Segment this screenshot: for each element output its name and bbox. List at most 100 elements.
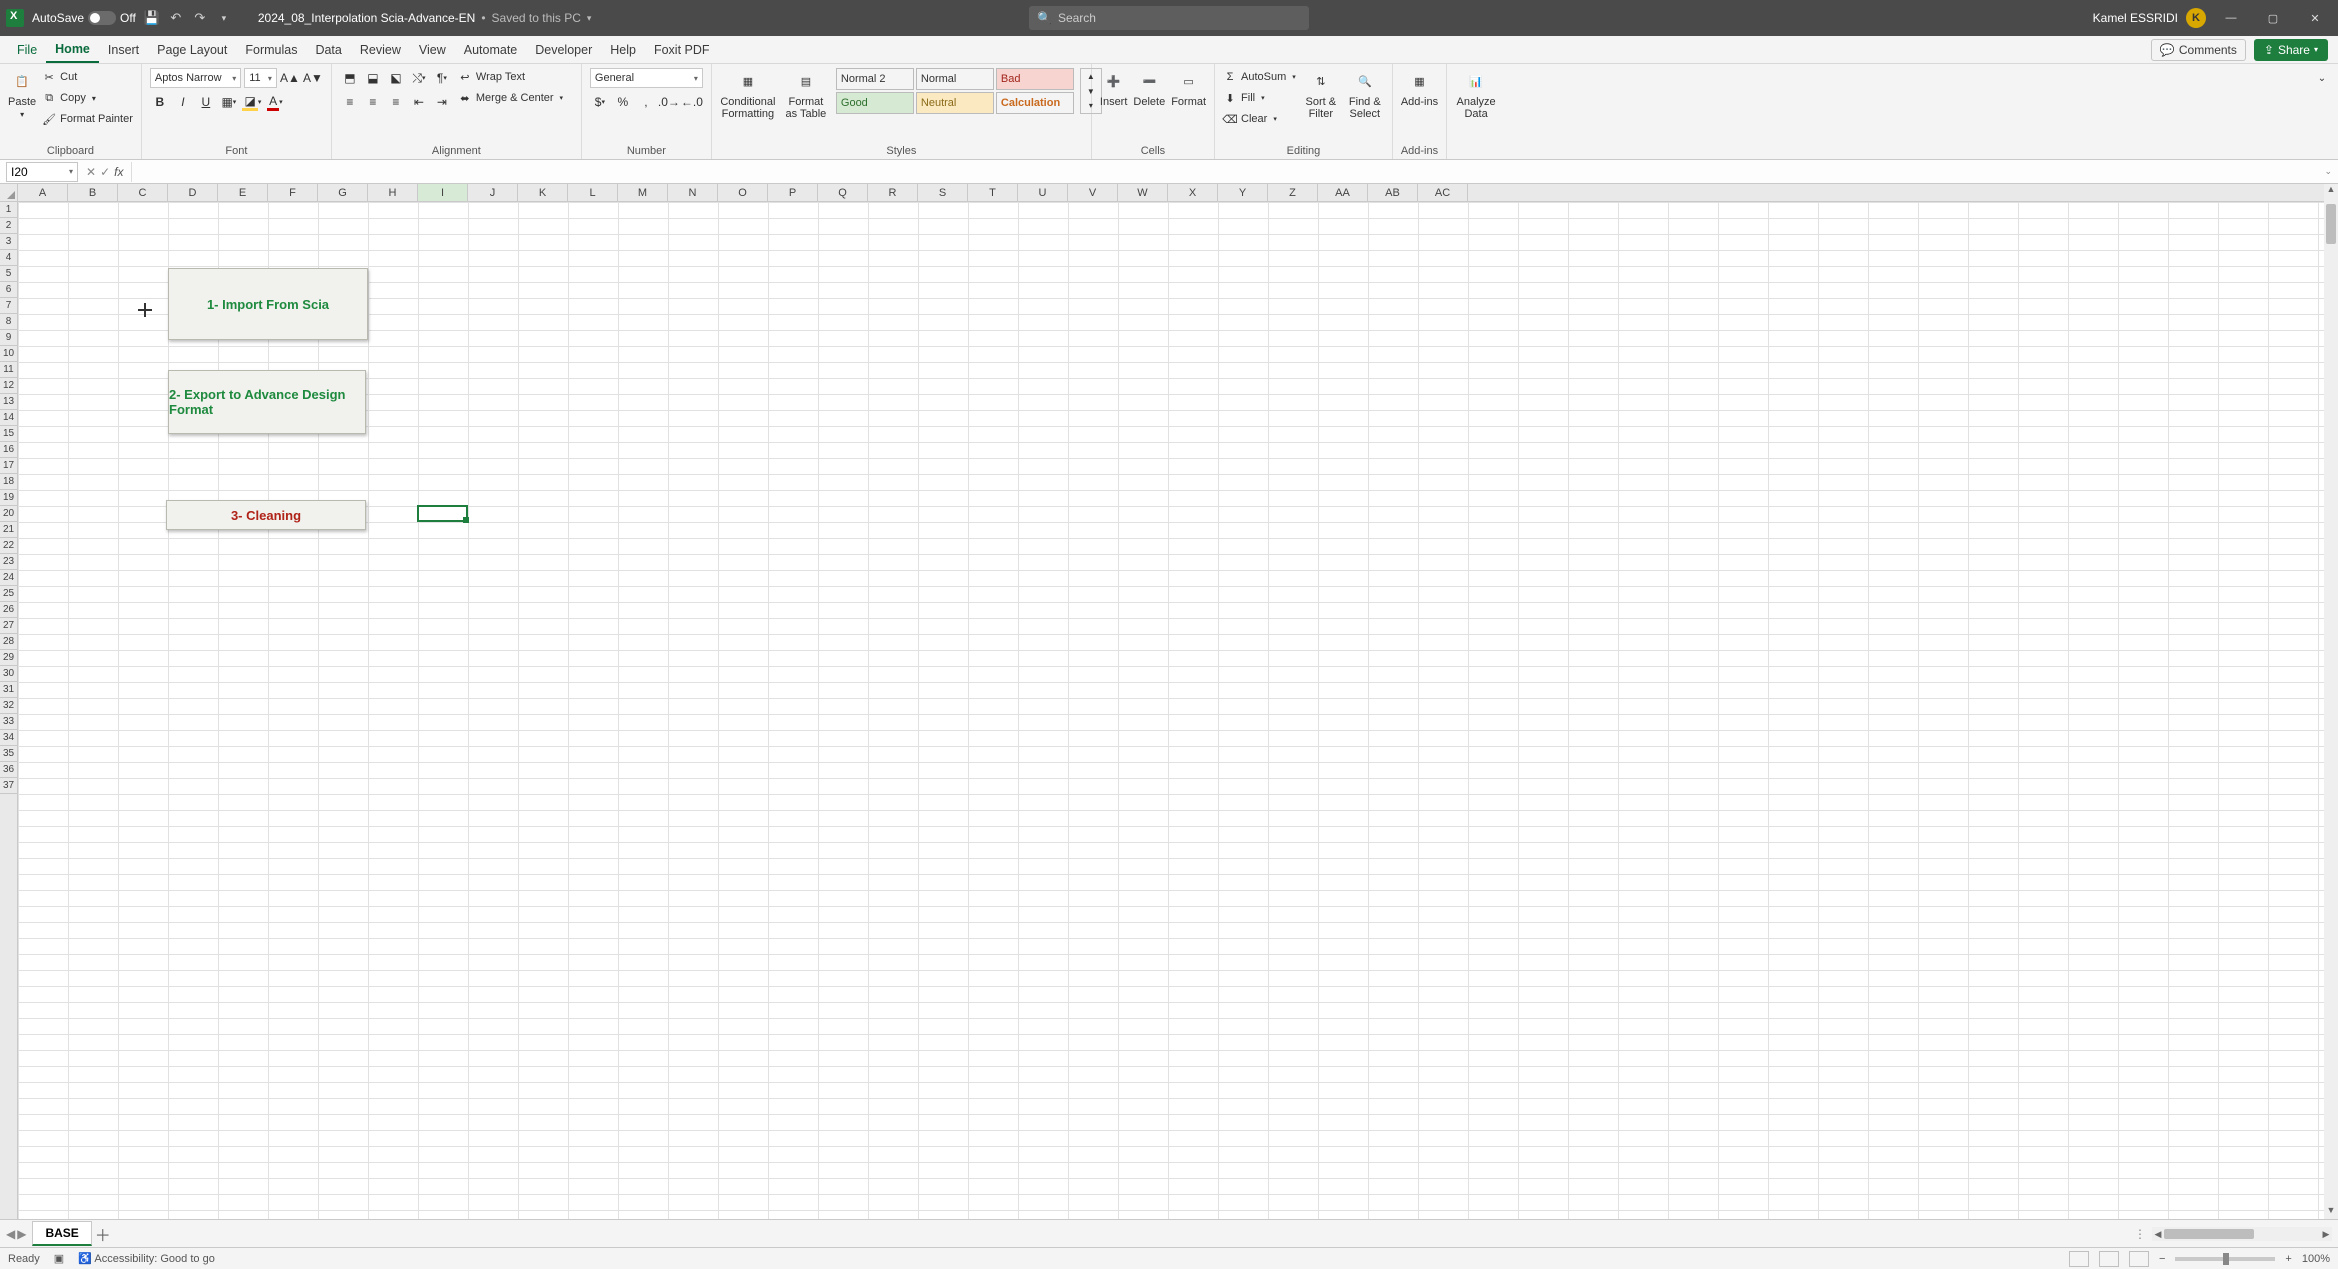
cell-styles-gallery[interactable]: Normal 2 Normal Bad Good Neutral Calcula… <box>836 68 1074 114</box>
decrease-indent-icon[interactable]: ⇤ <box>409 92 429 112</box>
worksheet-grid[interactable]: ABCDEFGHIJKLMNOPQRSTUVWXYZAAABAC 1234567… <box>0 184 2338 1219</box>
increase-decimal-icon[interactable]: .0→ <box>659 92 679 112</box>
autosum-button[interactable]: ΣAutoSum▾ <box>1223 68 1296 86</box>
column-header-B[interactable]: B <box>68 184 118 201</box>
column-header-E[interactable]: E <box>218 184 268 201</box>
style-normal[interactable]: Normal <box>916 68 994 90</box>
row-header-9[interactable]: 9 <box>0 330 17 346</box>
fill-button[interactable]: ⬇Fill▾ <box>1223 89 1296 107</box>
column-header-O[interactable]: O <box>718 184 768 201</box>
collapse-ribbon-icon[interactable]: ⌄ <box>2312 68 2332 88</box>
align-bottom-icon[interactable]: ⬕ <box>386 68 406 88</box>
row-header-10[interactable]: 10 <box>0 346 17 362</box>
row-header-25[interactable]: 25 <box>0 586 17 602</box>
style-bad[interactable]: Bad <box>996 68 1074 90</box>
row-header-23[interactable]: 23 <box>0 554 17 570</box>
row-header-26[interactable]: 26 <box>0 602 17 618</box>
row-header-17[interactable]: 17 <box>0 458 17 474</box>
font-color-button[interactable]: A▾ <box>265 92 285 112</box>
column-header-D[interactable]: D <box>168 184 218 201</box>
align-right-icon[interactable]: ≡ <box>386 92 406 112</box>
column-header-Q[interactable]: Q <box>818 184 868 201</box>
column-header-Y[interactable]: Y <box>1218 184 1268 201</box>
share-button[interactable]: ⇪ Share ▾ <box>2254 39 2328 61</box>
button-import-from-scia[interactable]: 1- Import From Scia <box>168 268 368 340</box>
row-header-15[interactable]: 15 <box>0 426 17 442</box>
delete-cells-button[interactable]: ➖Delete <box>1133 68 1165 108</box>
tab-foxit-pdf[interactable]: Foxit PDF <box>645 36 719 63</box>
cells-area[interactable]: 1- Import From Scia 2- Export to Advance… <box>18 202 2324 1219</box>
horizontal-scroll-thumb[interactable] <box>2164 1229 2254 1239</box>
maximize-icon[interactable]: ▢ <box>2256 0 2290 36</box>
column-header-R[interactable]: R <box>868 184 918 201</box>
column-header-N[interactable]: N <box>668 184 718 201</box>
row-header-16[interactable]: 16 <box>0 442 17 458</box>
column-header-AC[interactable]: AC <box>1418 184 1468 201</box>
macro-record-icon[interactable]: ▣ <box>54 1252 64 1265</box>
tab-data[interactable]: Data <box>306 36 350 63</box>
fx-icon[interactable]: fx <box>114 165 123 179</box>
row-header-34[interactable]: 34 <box>0 730 17 746</box>
border-button[interactable]: ▦▾ <box>219 92 239 112</box>
row-header-33[interactable]: 33 <box>0 714 17 730</box>
row-header-11[interactable]: 11 <box>0 362 17 378</box>
selected-cell[interactable] <box>417 505 468 522</box>
filename-chevron-icon[interactable]: ▾ <box>587 13 592 24</box>
button-export-advance-design[interactable]: 2- Export to Advance Design Format <box>168 370 366 434</box>
column-header-H[interactable]: H <box>368 184 418 201</box>
row-headers[interactable]: 1234567891011121314151617181920212223242… <box>0 202 18 1219</box>
redo-icon[interactable]: ↷ <box>192 10 208 26</box>
zoom-out-icon[interactable]: − <box>2159 1253 2165 1265</box>
scroll-left-icon[interactable]: ◀ <box>2152 1227 2164 1241</box>
avatar[interactable]: K <box>2186 8 2206 28</box>
row-header-19[interactable]: 19 <box>0 490 17 506</box>
qat-customize-icon[interactable]: ▾ <box>216 10 232 26</box>
row-header-6[interactable]: 6 <box>0 282 17 298</box>
paste-button[interactable]: 📋 Paste ▾ <box>8 68 36 119</box>
font-name-select[interactable]: Aptos Narrow▾ <box>150 68 241 88</box>
name-box[interactable]: I20 ▾ <box>6 162 78 182</box>
row-header-36[interactable]: 36 <box>0 762 17 778</box>
text-direction-icon[interactable]: ¶▾ <box>432 68 452 88</box>
find-select-button[interactable]: 🔍Find & Select <box>1346 68 1384 120</box>
format-painter-button[interactable]: 🖌Format Painter <box>42 110 133 128</box>
clear-button[interactable]: ⌫Clear▾ <box>1223 110 1296 128</box>
vertical-scrollbar[interactable]: ▲ ▼ <box>2324 184 2338 1219</box>
column-header-I[interactable]: I <box>418 184 468 201</box>
row-header-35[interactable]: 35 <box>0 746 17 762</box>
column-header-W[interactable]: W <box>1118 184 1168 201</box>
select-all-button[interactable] <box>0 184 18 202</box>
cut-button[interactable]: ✂Cut <box>42 68 133 86</box>
analyze-data-button[interactable]: 📊Analyze Data <box>1455 68 1497 120</box>
column-header-AA[interactable]: AA <box>1318 184 1368 201</box>
zoom-in-icon[interactable]: + <box>2285 1253 2291 1265</box>
row-header-1[interactable]: 1 <box>0 202 17 218</box>
row-header-28[interactable]: 28 <box>0 634 17 650</box>
column-headers[interactable]: ABCDEFGHIJKLMNOPQRSTUVWXYZAAABAC <box>18 184 2324 202</box>
row-header-13[interactable]: 13 <box>0 394 17 410</box>
align-left-icon[interactable]: ≡ <box>340 92 360 112</box>
sheet-tab-base[interactable]: BASE <box>32 1221 91 1246</box>
tab-insert[interactable]: Insert <box>99 36 148 63</box>
increase-indent-icon[interactable]: ⇥ <box>432 92 452 112</box>
zoom-level[interactable]: 100% <box>2302 1253 2330 1265</box>
row-header-31[interactable]: 31 <box>0 682 17 698</box>
tab-view[interactable]: View <box>410 36 455 63</box>
format-cells-button[interactable]: ▭Format <box>1171 68 1206 108</box>
row-header-22[interactable]: 22 <box>0 538 17 554</box>
underline-button[interactable]: U <box>196 92 216 112</box>
row-header-12[interactable]: 12 <box>0 378 17 394</box>
column-header-P[interactable]: P <box>768 184 818 201</box>
tab-formulas[interactable]: Formulas <box>236 36 306 63</box>
row-header-14[interactable]: 14 <box>0 410 17 426</box>
comments-button[interactable]: 💬 Comments <box>2151 39 2246 61</box>
row-header-29[interactable]: 29 <box>0 650 17 666</box>
button-cleaning[interactable]: 3- Cleaning <box>166 500 366 530</box>
close-icon[interactable]: ✕ <box>2298 0 2332 36</box>
view-page-break-icon[interactable] <box>2129 1251 2149 1267</box>
account-name[interactable]: Kamel ESSRIDI <box>2093 11 2178 25</box>
column-header-C[interactable]: C <box>118 184 168 201</box>
row-header-8[interactable]: 8 <box>0 314 17 330</box>
column-header-J[interactable]: J <box>468 184 518 201</box>
accounting-format-icon[interactable]: $▾ <box>590 92 610 112</box>
